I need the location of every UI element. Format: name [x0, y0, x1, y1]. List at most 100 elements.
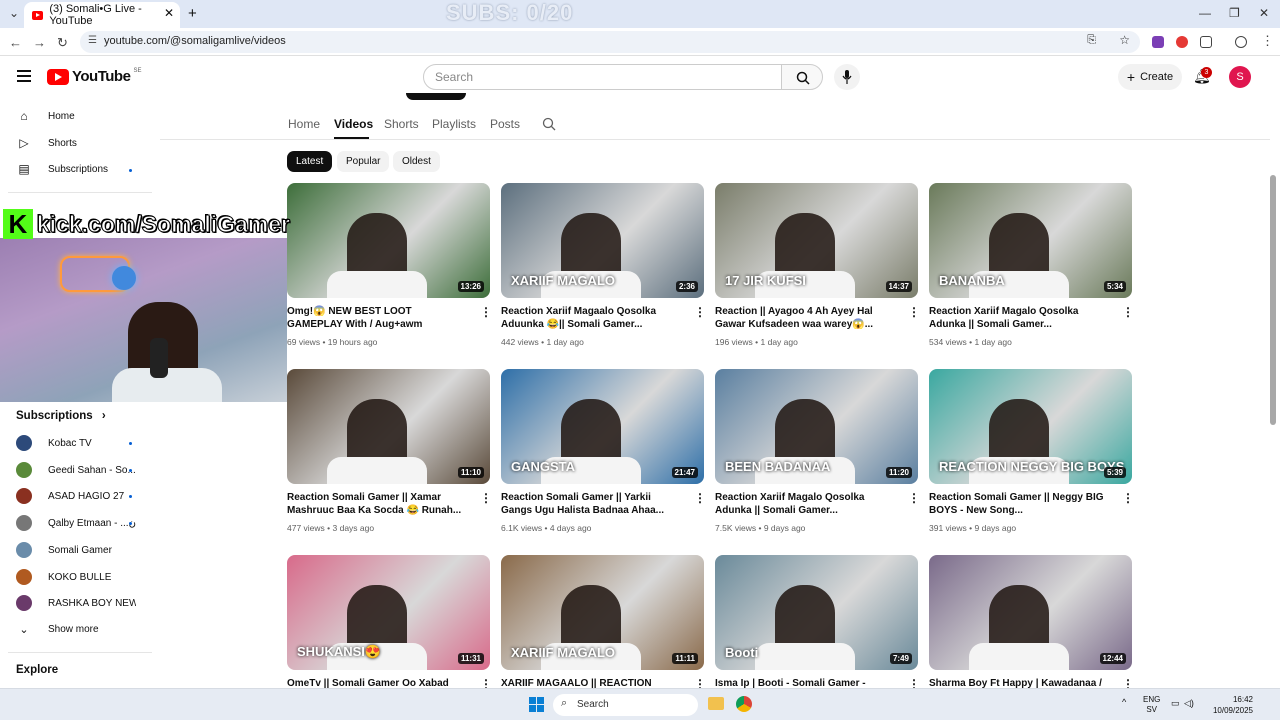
taskbar-clock[interactable]: 16:42 10/09/2025 — [1207, 694, 1253, 716]
new-tab-icon[interactable]: + — [188, 5, 197, 22]
tab-playlists[interactable]: Playlists — [432, 117, 476, 131]
video-title[interactable]: Reaction Xariif Magalo Qosolka Adunka ||… — [929, 305, 1109, 331]
thumbnail-shirt — [755, 643, 855, 670]
create-button[interactable]: + Create — [1118, 64, 1182, 90]
sidebar-item-subscriptions[interactable]: ▤ Subscriptions — [16, 159, 146, 179]
sidebar-item-shorts[interactable]: ▷ Shorts — [16, 133, 146, 153]
url-text: youtube.com/@somaligamlive/videos — [104, 35, 286, 47]
tab-posts[interactable]: Posts — [490, 117, 520, 131]
chip-oldest[interactable]: Oldest — [393, 151, 440, 172]
page-scrollbar[interactable] — [1270, 175, 1276, 425]
video-thumbnail[interactable]: GANGSTA 21:47 — [501, 369, 704, 484]
bookmark-star-icon[interactable]: ☆ — [1119, 33, 1130, 47]
video-title[interactable]: Reaction Somali Gamer || Yarkii Gangs Ug… — [501, 491, 681, 517]
hamburger-menu-icon[interactable] — [17, 70, 31, 82]
video-thumbnail[interactable]: Booti 7:49 — [715, 555, 918, 670]
video-menu-icon[interactable]: ⋮ — [694, 305, 706, 319]
subscribe-button-partial[interactable] — [406, 93, 466, 100]
input-language-indicator[interactable]: ENG SV — [1143, 695, 1160, 715]
subscription-channel-item[interactable]: ASAD HAGIO 27 — [16, 486, 136, 506]
subscription-channel-item[interactable]: KOKO BULLE — [16, 567, 136, 587]
search-button[interactable] — [781, 64, 823, 90]
video-duration-badge: 2:36 — [675, 281, 698, 292]
browser-tab-active[interactable]: (3) Somali•G Live - YouTube ✕ — [24, 2, 180, 28]
volume-icon[interactable]: ◁) — [1184, 698, 1194, 709]
subscription-channel-item[interactable]: Somali Gamer — [16, 540, 136, 560]
tray-overflow-icon[interactable]: ^ — [1122, 697, 1126, 707]
video-thumbnail[interactable]: 17 JIR KUFSI 14:37 — [715, 183, 918, 298]
subscriptions-heading[interactable]: Subscriptions › — [16, 410, 106, 422]
video-menu-icon[interactable]: ⋮ — [1122, 491, 1134, 505]
subscription-channel-item[interactable]: RASHKA BOY NEW — [16, 593, 136, 613]
reload-icon[interactable]: ↻ — [57, 35, 68, 51]
video-thumbnail[interactable]: 12:44 — [929, 555, 1132, 670]
taskbar-search-input[interactable]: ⌕ Search — [553, 694, 698, 716]
tab-videos[interactable]: Videos — [334, 117, 373, 131]
video-thumbnail[interactable]: SHUKANSI😍 11:31 — [287, 555, 490, 670]
window-close-icon[interactable]: ✕ — [1259, 6, 1269, 20]
youtube-logo[interactable]: YouTube SE — [47, 68, 141, 85]
video-menu-icon[interactable]: ⋮ — [908, 305, 920, 319]
channel-search-icon[interactable] — [542, 117, 556, 131]
browser-menu-icon[interactable]: ⋮ — [1261, 33, 1274, 49]
video-thumbnail[interactable]: 13:26 — [287, 183, 490, 298]
video-age: 3 days ago — [332, 523, 375, 533]
tab-shorts[interactable]: Shorts — [384, 117, 419, 131]
region-text: SV — [1146, 705, 1157, 714]
metadata-separator: • — [324, 523, 333, 533]
metadata-separator: • — [966, 523, 975, 533]
video-menu-icon[interactable]: ⋮ — [480, 491, 492, 505]
site-info-icon[interactable]: ☰ — [88, 35, 97, 46]
windows-start-icon[interactable] — [529, 697, 544, 712]
search-input[interactable]: Search — [423, 64, 782, 90]
video-menu-icon[interactable]: ⋮ — [480, 305, 492, 319]
video-menu-icon[interactable]: ⋮ — [908, 491, 920, 505]
chip-popular[interactable]: Popular — [337, 151, 390, 172]
video-menu-icon[interactable]: ⋮ — [1122, 305, 1134, 319]
close-tab-icon[interactable]: ✕ — [164, 6, 174, 20]
video-views: 7.5K views — [715, 523, 757, 533]
account-avatar[interactable]: S — [1229, 66, 1251, 88]
video-views: 534 views — [929, 337, 967, 347]
video-menu-icon[interactable]: ⋮ — [694, 491, 706, 505]
video-duration-badge: 5:39 — [1103, 467, 1126, 478]
extension-shield-icon[interactable] — [1152, 36, 1164, 48]
video-title[interactable]: Reaction || Ayagoo 4 Ah Ayey Hal Gawar K… — [715, 305, 895, 331]
back-icon[interactable]: ← — [9, 35, 22, 50]
sidebar-item-home[interactable]: ⌂ Home — [16, 106, 146, 126]
browser-tab-bar: ⌄ (3) Somali•G Live - YouTube ✕ + SUBS: … — [0, 0, 1280, 28]
forward-icon[interactable]: → — [33, 35, 46, 50]
chrome-icon[interactable] — [736, 696, 752, 712]
video-thumbnail[interactable]: 11:10 — [287, 369, 490, 484]
channel-name: RASHKA BOY NEW — [48, 597, 136, 609]
file-explorer-icon[interactable] — [708, 697, 724, 710]
network-icon[interactable]: ▭ — [1171, 698, 1180, 709]
show-more-button[interactable]: ⌄ Show more — [16, 619, 136, 639]
address-bar[interactable]: ☰ youtube.com/@somaligamlive/videos ⎘ ☆ — [80, 31, 1140, 53]
install-app-icon[interactable]: ⎘ — [1087, 34, 1096, 47]
subscription-channel-item[interactable]: Qalby Etmaan - ...طمأن — [16, 513, 136, 533]
video-thumbnail[interactable]: BEEN BADANAA 11:20 — [715, 369, 918, 484]
video-thumbnail[interactable]: BANANBA 5:34 — [929, 183, 1132, 298]
notification-count-badge: 3 — [1201, 67, 1212, 78]
video-title[interactable]: Reaction Xariif Magaalo Qosolka Aduunka … — [501, 305, 681, 331]
extensions-puzzle-icon[interactable] — [1200, 36, 1212, 48]
video-thumbnail[interactable]: XARIIF MAGALO 11:11 — [501, 555, 704, 670]
subscription-channel-item[interactable]: Geedi Sahan - So... — [16, 460, 136, 480]
extension-red-icon[interactable] — [1176, 36, 1188, 48]
subscription-channel-item[interactable]: Kobac TV — [16, 433, 136, 453]
tab-home[interactable]: Home — [288, 117, 320, 131]
video-thumbnail[interactable]: REACTION NEGGY BIG BOYS 5:39 — [929, 369, 1132, 484]
video-title[interactable]: Reaction Somali Gamer || Neggy BIG BOYS … — [929, 491, 1109, 517]
video-title[interactable]: Omg!😱 NEW BEST LOOT GAMEPLAY With / Aug+… — [287, 305, 467, 331]
maximize-icon[interactable]: ❐ — [1229, 6, 1240, 20]
minimize-icon[interactable]: — — [1199, 6, 1211, 20]
video-thumbnail[interactable]: XARIIF MAGALO 2:36 — [501, 183, 704, 298]
voice-search-button[interactable] — [834, 64, 860, 90]
video-title[interactable]: Reaction Somali Gamer || Xamar Mashruuc … — [287, 491, 467, 517]
profile-icon[interactable] — [1235, 36, 1247, 48]
chip-latest[interactable]: Latest — [287, 151, 333, 172]
clock-time: 16:42 — [1232, 695, 1253, 704]
video-title[interactable]: Reaction Xariif Magalo Qosolka Adunka ||… — [715, 491, 895, 517]
tab-list-chevron-icon[interactable]: ⌄ — [9, 6, 19, 20]
